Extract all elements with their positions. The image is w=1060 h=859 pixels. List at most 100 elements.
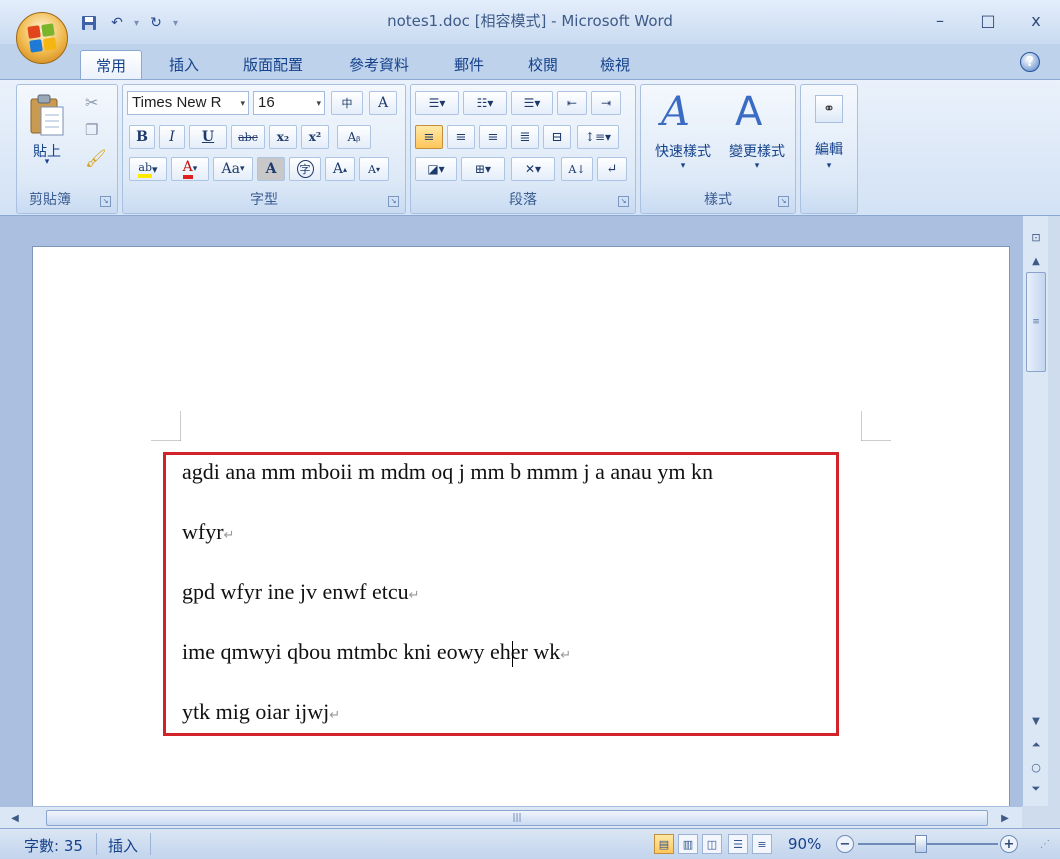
distributed-icon[interactable]: ⊟ bbox=[543, 125, 571, 149]
numbering-icon[interactable]: ☷▾ bbox=[463, 91, 507, 115]
paragraph-launcher-icon[interactable]: ↘ bbox=[618, 196, 629, 207]
paragraph-3[interactable]: gpd wfyr ine jv enwf etcu↵ bbox=[182, 579, 420, 605]
document-page[interactable]: agdi ana mm mboii m mdm oq j mm b mmm j … bbox=[32, 246, 1010, 816]
change-styles-button[interactable]: A 變更樣式 ▾ bbox=[721, 89, 793, 181]
paragraph-5[interactable]: ytk mig oiar ijwj↵ bbox=[182, 699, 340, 725]
shrink-font-button[interactable]: A ▾ bbox=[359, 157, 389, 181]
underline-button[interactable]: U bbox=[189, 125, 227, 149]
sort-icon[interactable]: A↓ bbox=[561, 157, 593, 181]
outline-view-icon[interactable]: ☰ bbox=[728, 834, 748, 854]
line-spacing-icon[interactable]: ↕≡▾ bbox=[577, 125, 619, 149]
format-painter-icon[interactable]: 🖌 bbox=[85, 149, 107, 169]
highlight-button[interactable]: ab ▾ bbox=[129, 157, 167, 181]
strikethrough-button[interactable]: abc bbox=[231, 125, 265, 149]
office-logo-icon bbox=[27, 23, 57, 53]
change-case-button[interactable]: Aa ▾ bbox=[213, 157, 253, 181]
quick-styles-dropdown-icon: ▾ bbox=[680, 161, 686, 171]
change-case-icon: Aa bbox=[221, 161, 240, 177]
char-shading-button[interactable]: A bbox=[257, 157, 285, 181]
zoom-slider[interactable] bbox=[858, 843, 998, 845]
word-count[interactable]: 字數: 35 bbox=[24, 835, 83, 856]
vertical-scrollbar[interactable]: ⊡ ▲ ≡ ▼ ⏶ ○ ⏷ bbox=[1022, 216, 1048, 806]
superscript-button[interactable]: x² bbox=[301, 125, 329, 149]
copy-icon[interactable]: ❐ bbox=[85, 121, 98, 139]
phonetic-guide-icon[interactable]: 中 bbox=[331, 91, 363, 115]
full-screen-reading-view-icon[interactable]: ▥ bbox=[678, 834, 698, 854]
clipboard-launcher-icon[interactable]: ↘ bbox=[100, 196, 111, 207]
tab-mailings[interactable]: 郵件 bbox=[440, 50, 498, 80]
horizontal-scroll-thumb[interactable]: ||| bbox=[46, 810, 988, 826]
tab-review[interactable]: 校閱 bbox=[514, 50, 572, 80]
bullets-icon[interactable]: ☰▾ bbox=[415, 91, 459, 115]
tab-page-layout[interactable]: 版面配置 bbox=[228, 50, 318, 80]
tab-view[interactable]: 檢視 bbox=[586, 50, 644, 80]
show-marks-icon[interactable]: ↵ bbox=[597, 157, 627, 181]
maximize-button[interactable]: □ bbox=[964, 4, 1012, 36]
font-name-combo[interactable]: Times New R ▾ bbox=[127, 91, 249, 115]
office-button[interactable] bbox=[16, 12, 68, 64]
ruler-toggle-icon[interactable]: ⊡ bbox=[1025, 228, 1047, 246]
help-icon[interactable]: ? bbox=[1020, 52, 1040, 72]
enclose-characters-button[interactable]: 字 bbox=[289, 157, 321, 181]
grow-font-button[interactable]: A ▴ bbox=[325, 157, 355, 181]
window-title: notes1.doc [相容模式] - Microsoft Word bbox=[387, 12, 673, 30]
decrease-indent-icon[interactable]: ⇤ bbox=[557, 91, 587, 115]
italic-button[interactable]: I bbox=[159, 125, 185, 149]
text-selection-box[interactable]: agdi ana mm mboii m mdm oq j mm b mmm j … bbox=[163, 452, 839, 736]
previous-page-icon[interactable]: ⏶ bbox=[1025, 736, 1047, 754]
justify-icon[interactable]: ≣ bbox=[511, 125, 539, 149]
char-border-button[interactable]: A bbox=[369, 91, 397, 115]
scroll-right-icon[interactable]: ▶ bbox=[994, 809, 1016, 827]
paragraph-1-text: agdi ana mm mboii m mdm oq j mm b mmm j … bbox=[182, 459, 713, 484]
quick-styles-button[interactable]: A 快速樣式 ▾ bbox=[647, 89, 719, 181]
align-left-icon[interactable]: ≡ bbox=[415, 125, 443, 149]
borders-icon[interactable]: ⊞▾ bbox=[461, 157, 505, 181]
align-right-icon[interactable]: ≡ bbox=[479, 125, 507, 149]
bold-button[interactable]: B bbox=[129, 125, 155, 149]
vertical-scroll-thumb[interactable]: ≡ bbox=[1026, 272, 1046, 372]
editing-label: 編輯 bbox=[815, 142, 843, 158]
minimize-button[interactable]: – bbox=[916, 4, 964, 36]
scroll-up-icon[interactable]: ▲ bbox=[1025, 252, 1047, 270]
paragraph-1[interactable]: agdi ana mm mboii m mdm oq j mm b mmm j … bbox=[182, 459, 713, 485]
font-color-button[interactable]: A ▾ bbox=[171, 157, 209, 181]
window-controls: – □ x bbox=[916, 4, 1060, 36]
insert-mode[interactable]: 插入 bbox=[108, 835, 138, 856]
tab-references[interactable]: 參考資料 bbox=[334, 50, 424, 80]
next-page-icon[interactable]: ⏷ bbox=[1025, 780, 1047, 798]
print-layout-view-icon[interactable]: ▤ bbox=[654, 834, 674, 854]
editing-button[interactable]: ⚭ 編輯 ▾ bbox=[805, 89, 853, 181]
font-launcher-icon[interactable]: ↘ bbox=[388, 196, 399, 207]
paragraph-mark-icon: ↵ bbox=[223, 527, 235, 542]
zoom-slider-handle[interactable] bbox=[915, 835, 927, 853]
font-size-dropdown-icon: ▾ bbox=[316, 98, 321, 108]
clear-formatting-icon[interactable]: Aᵦ bbox=[337, 125, 371, 149]
horizontal-scrollbar[interactable]: ◀ ||| ▶ bbox=[0, 806, 1022, 828]
zoom-level[interactable]: 90% bbox=[788, 835, 821, 853]
draft-view-icon[interactable]: ≡ bbox=[752, 834, 772, 854]
asian-layout-icon[interactable]: ✕▾ bbox=[511, 157, 555, 181]
web-layout-view-icon[interactable]: ◫ bbox=[702, 834, 722, 854]
styles-launcher-icon[interactable]: ↘ bbox=[778, 196, 789, 207]
shading-icon[interactable]: ◪▾ bbox=[415, 157, 457, 181]
scroll-down-icon[interactable]: ▼ bbox=[1025, 712, 1047, 730]
select-browse-object-icon[interactable]: ○ bbox=[1025, 758, 1047, 776]
resize-grip-icon[interactable]: ⋰ bbox=[1040, 839, 1050, 850]
zoom-in-icon[interactable]: + bbox=[1000, 835, 1018, 853]
subscript-button[interactable]: x₂ bbox=[269, 125, 297, 149]
tab-home[interactable]: 常用 bbox=[80, 50, 142, 80]
cut-icon[interactable]: ✂ bbox=[85, 93, 98, 112]
multilevel-list-icon[interactable]: ☰▾ bbox=[511, 91, 553, 115]
tab-insert[interactable]: 插入 bbox=[155, 50, 213, 80]
close-button[interactable]: x bbox=[1012, 4, 1060, 36]
increase-indent-icon[interactable]: ⇥ bbox=[591, 91, 621, 115]
font-size-combo[interactable]: 16 ▾ bbox=[253, 91, 325, 115]
scroll-left-icon[interactable]: ◀ bbox=[4, 809, 26, 827]
paste-button[interactable]: 貼上 ▾ bbox=[25, 91, 69, 171]
paragraph-2-text: wfyr bbox=[182, 519, 224, 544]
zoom-out-icon[interactable]: − bbox=[836, 835, 854, 853]
paragraph-2[interactable]: wfyr↵ bbox=[182, 519, 234, 545]
paragraph-group: ☰▾ ☷▾ ☰▾ ⇤ ⇥ ≡ ≡ ≡ ≣ ⊟ ↕≡▾ ◪▾ ⊞▾ ✕▾ A↓ ↵… bbox=[410, 84, 636, 214]
align-center-icon[interactable]: ≡ bbox=[447, 125, 475, 149]
page-corner-top-left bbox=[151, 411, 181, 441]
